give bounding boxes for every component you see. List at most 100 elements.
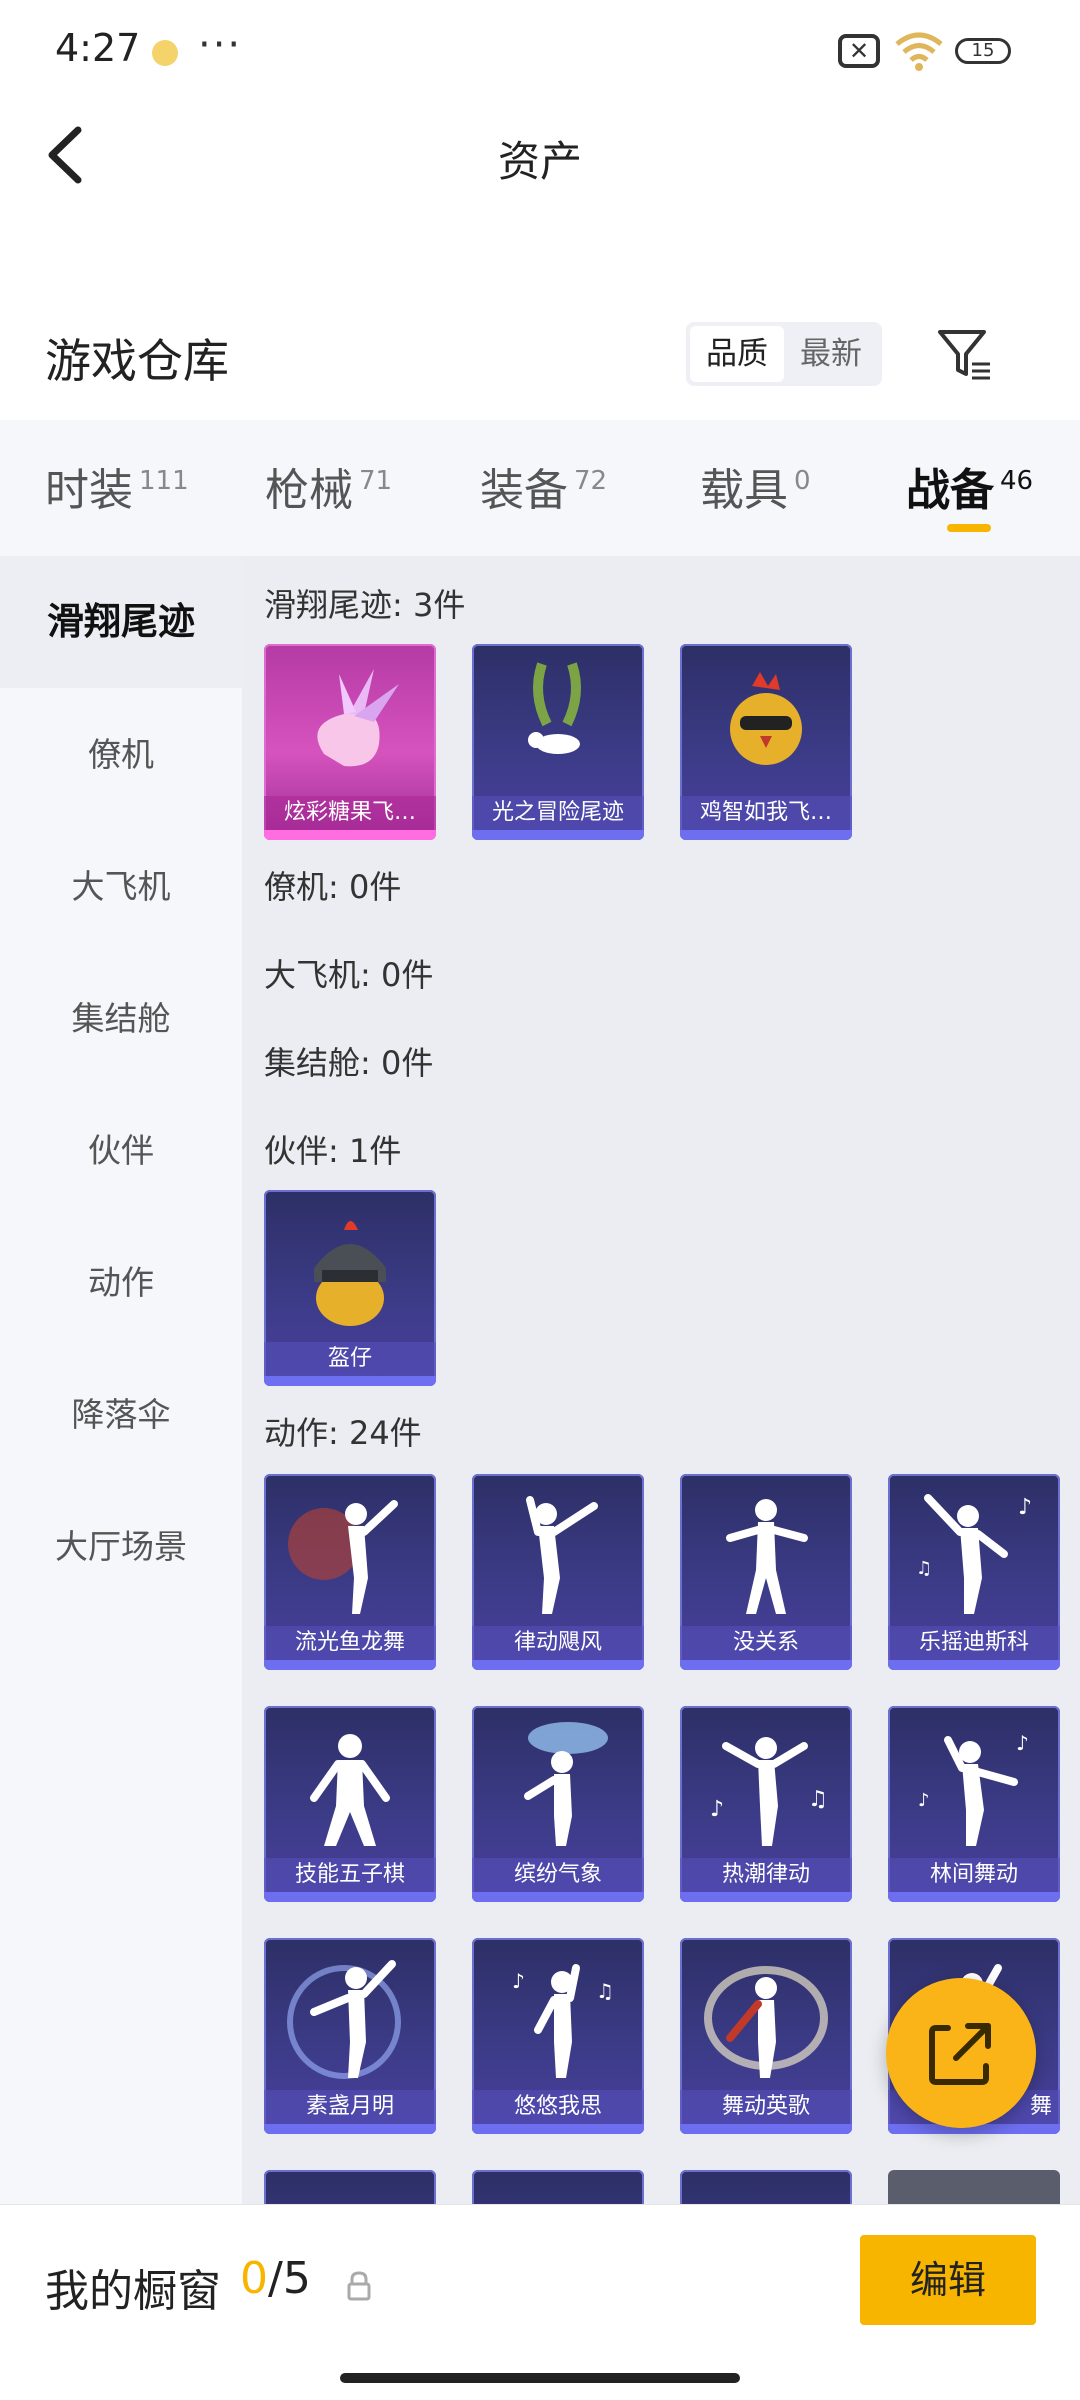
lock-icon [347, 2271, 371, 2301]
tab-label: 枪械 [265, 465, 353, 516]
sidebar-item-parachute[interactable]: 降落伞 [0, 1388, 242, 1436]
item-name: 素盏月明 [264, 2090, 436, 2124]
status-bar: 4:27 ··· ✕ 15 [0, 0, 1080, 100]
item-name: 悠悠我思 [472, 2090, 644, 2124]
item-name: 舞动英歌 [680, 2090, 852, 2124]
sidebar-item-companion[interactable]: 伙伴 [0, 1124, 242, 1172]
showcase-current: 0 [240, 2253, 268, 2304]
item-card[interactable]: ♪ ♪ 林间舞动 [888, 1706, 1060, 1902]
emote-dancer-art [726, 1499, 808, 1614]
showcase-count: 0/5 [240, 2253, 311, 2304]
item-card[interactable]: 光之冒险尾迹 [472, 644, 644, 840]
tab-count: 111 [139, 466, 189, 497]
item-card[interactable]: ♪ ♫ 热潮律动 [680, 1706, 852, 1902]
item-card[interactable]: 盔仔 [264, 1190, 436, 1386]
item-card[interactable] [680, 2170, 852, 2204]
rarity-bar [264, 2124, 436, 2134]
home-indicator [340, 2373, 740, 2383]
sidebar-item-glide-trail[interactable]: 滑翔尾迹 [0, 556, 242, 688]
rarity-bar [264, 1892, 436, 1902]
item-name: 林间舞动 [888, 1858, 1060, 1892]
svg-text:♪: ♪ [512, 1969, 525, 1993]
sort-newest-button[interactable]: 最新 [784, 326, 878, 382]
tab-count: 0 [794, 466, 811, 497]
rarity-bar [680, 2124, 852, 2134]
sim-off-icon: ✕ [838, 34, 880, 68]
warehouse-title: 游戏仓库 [45, 334, 229, 388]
tab-count: 72 [574, 466, 608, 497]
tab-label: 战备 [906, 465, 994, 516]
tab-fashion[interactable]: 时装 111 [45, 454, 189, 518]
rarity-bar [472, 2124, 644, 2134]
rarity-bar [888, 1892, 1060, 1902]
item-card[interactable] [264, 2170, 436, 2204]
item-name: 盔仔 [264, 1342, 436, 1376]
item-card[interactable]: 律动飓风 [472, 1474, 644, 1670]
tab-count: 71 [359, 466, 393, 497]
tab-label: 载具 [700, 465, 788, 516]
helmet-chick-art [314, 1221, 386, 1326]
item-card[interactable]: ♪ ♫ 悠悠我思 [472, 1938, 644, 2134]
group-label-pod: 集结舱: 0件 [264, 1044, 434, 1082]
item-card[interactable]: 素盏月明 [264, 1938, 436, 2134]
svg-text:♫: ♫ [916, 1558, 932, 1579]
item-name: 技能五子棋 [264, 1858, 436, 1892]
svg-text:♪: ♪ [1018, 1495, 1032, 1520]
svg-text:♫: ♫ [808, 1787, 828, 1812]
svg-text:♪: ♪ [918, 1790, 930, 1811]
item-name: 没关系 [680, 1626, 852, 1660]
item-card[interactable]: 鸡智如我飞… [680, 644, 852, 840]
emote-dancer-art [287, 1960, 401, 2079]
item-card[interactable] [472, 2170, 644, 2204]
tab-equipment[interactable]: 装备 72 [480, 454, 607, 518]
more-notifications-icon: ··· [198, 22, 243, 68]
sort-toggle: 品质 最新 [686, 322, 882, 386]
emote-dancer-art [310, 1734, 390, 1846]
item-name: 乐摇迪斯科 [888, 1626, 1060, 1660]
emote-dancer-art: ♪ ♫ [916, 1494, 1032, 1614]
item-card[interactable]: 缤纷气象 [472, 1706, 644, 1902]
status-time: 4:27 [55, 26, 141, 70]
emote-dancer-art: ♪ ♫ [710, 1737, 828, 1846]
tab-guns[interactable]: 枪械 71 [265, 454, 392, 518]
item-card[interactable]: 流光鱼龙舞 [264, 1474, 436, 1670]
item-card[interactable]: ♪ ♫ 乐摇迪斯科 [888, 1474, 1060, 1670]
item-name: 流光鱼龙舞 [264, 1626, 436, 1660]
item-card[interactable]: 炫彩糖果飞… [264, 644, 436, 840]
adventure-trail-art [528, 662, 581, 754]
tab-vehicles[interactable]: 载具 0 [700, 454, 811, 518]
group-label-glide-trail: 滑翔尾迹: 3件 [264, 586, 466, 624]
battery-icon: 15 [955, 38, 1011, 64]
subcategory-sidebar: 滑翔尾迹 僚机 大飞机 集结舱 伙伴 动作 降落伞 大厅场景 [0, 556, 242, 2204]
share-icon[interactable] [886, 1978, 1036, 2128]
sidebar-item-big-plane[interactable]: 大飞机 [0, 860, 242, 908]
tab-battle-gear[interactable]: 战备 46 [906, 454, 1033, 518]
notification-icon [152, 40, 178, 66]
item-card[interactable]: 舞动英歌 [680, 1938, 852, 2134]
emote-dancer-art: ♪ ♪ [918, 1731, 1029, 1846]
group-label-big-plane: 大飞机: 0件 [264, 956, 434, 994]
sidebar-item-emote[interactable]: 动作 [0, 1256, 242, 1304]
sidebar-item-wingman[interactable]: 僚机 [0, 728, 242, 776]
item-name: 光之冒险尾迹 [472, 796, 644, 830]
group-label-wingman: 僚机: 0件 [264, 868, 402, 906]
item-card[interactable]: 没关系 [680, 1474, 852, 1670]
tab-label: 时装 [45, 465, 133, 516]
item-card[interactable]: 技能五子棋 [264, 1706, 436, 1902]
filter-icon[interactable] [934, 322, 994, 386]
emote-dancer-art [288, 1500, 398, 1614]
sidebar-item-lobby-scene[interactable]: 大厅场景 [0, 1520, 242, 1568]
tab-count: 46 [1000, 466, 1034, 497]
rarity-bar [472, 1892, 644, 1902]
sidebar-item-pod[interactable]: 集结舱 [0, 992, 242, 1040]
svg-text:♪: ♪ [1016, 1731, 1029, 1755]
candy-trail-art [317, 669, 399, 767]
rarity-bar [264, 1376, 436, 1386]
sort-quality-button[interactable]: 品质 [690, 326, 784, 382]
tab-label: 装备 [480, 465, 568, 516]
rarity-bar [888, 1660, 1060, 1670]
item-card[interactable] [888, 2170, 1060, 2204]
rarity-bar [264, 1660, 436, 1670]
showcase-total: /5 [268, 2253, 311, 2304]
edit-button[interactable]: 编辑 [860, 2235, 1036, 2325]
